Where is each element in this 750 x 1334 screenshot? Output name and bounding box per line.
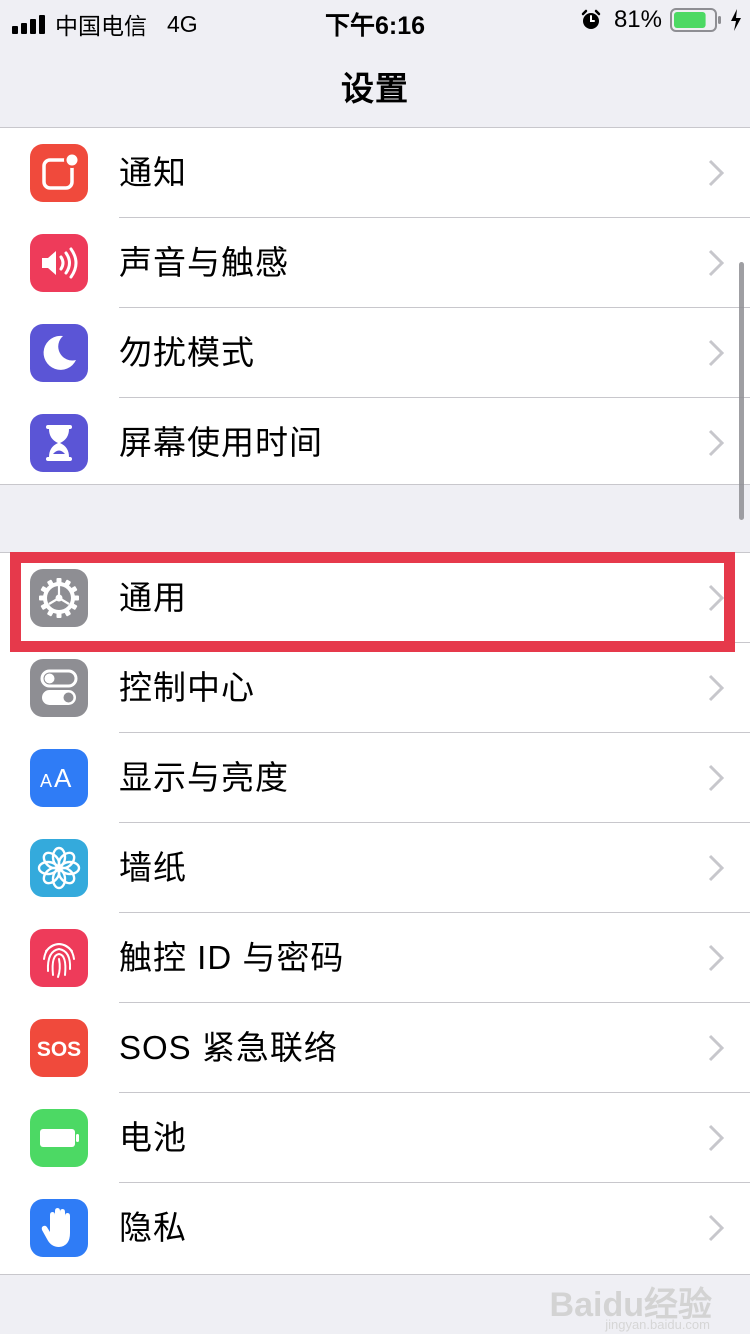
do-not-disturb-icon [30, 324, 88, 382]
svg-text:A: A [54, 763, 72, 793]
chevron-right-icon [708, 429, 724, 457]
notifications-icon [30, 144, 88, 202]
settings-row-label: 墙纸 [119, 849, 187, 886]
settings-row-label: 触控 ID 与密码 [119, 939, 345, 976]
svg-text:A: A [40, 771, 52, 791]
settings-row-sounds[interactable]: 声音与触感 [0, 218, 750, 308]
battery-percent: 81% [613, 6, 662, 33]
settings-row-label: 隐私 [119, 1209, 187, 1246]
settings-group-1: 通知 声音与触感 勿扰模式 屏幕使用时间 [0, 128, 750, 485]
settings-row-touch-id[interactable]: 触控 ID 与密码 [0, 913, 750, 1003]
settings-row-label: SOS 紧急联络 [119, 1029, 338, 1066]
baidu-watermark-url: jingyan.baidu.com [605, 1317, 710, 1332]
chevron-right-icon [708, 1214, 724, 1242]
settings-row-battery[interactable]: 电池 [0, 1093, 750, 1183]
chevron-right-icon [708, 1034, 724, 1062]
scroll-indicator[interactable] [739, 262, 744, 520]
screen-time-icon [30, 414, 88, 472]
navigation-bar: 设置 [0, 40, 750, 128]
wallpaper-icon [30, 839, 88, 897]
alarm-icon [581, 9, 601, 29]
settings-row-privacy[interactable]: 隐私 [0, 1183, 750, 1273]
settings-row-display-brightness[interactable]: A A 显示与亮度 [0, 733, 750, 823]
touch-id-icon [30, 929, 88, 987]
settings-row-wallpaper[interactable]: 墙纸 [0, 823, 750, 913]
privacy-hand-icon [30, 1199, 88, 1257]
chevron-right-icon [708, 339, 724, 367]
chevron-right-icon [708, 159, 724, 187]
chevron-right-icon [708, 854, 724, 882]
charging-icon [731, 9, 741, 31]
annotation-highlight-box [10, 552, 735, 652]
chevron-right-icon [708, 944, 724, 972]
settings-row-label: 显示与亮度 [119, 759, 289, 796]
battery-settings-icon [30, 1109, 88, 1167]
settings-row-label: 通知 [119, 154, 187, 191]
settings-row-label: 勿扰模式 [119, 334, 255, 371]
control-center-icon [30, 659, 88, 717]
settings-row-screen-time[interactable]: 屏幕使用时间 [0, 398, 750, 488]
settings-group-2: 通用 控制中心 A A 显示与亮度 墙纸 触控 ID 与密码 SOS SOS 紧… [0, 552, 750, 1275]
battery-icon [670, 8, 721, 32]
settings-row-label: 屏幕使用时间 [119, 424, 323, 461]
status-bar: 中国电信 4G 下午6:16 81% [0, 0, 750, 40]
settings-row-notifications[interactable]: 通知 [0, 128, 750, 218]
chevron-right-icon [708, 1124, 724, 1152]
chevron-right-icon [708, 674, 724, 702]
settings-row-control-center[interactable]: 控制中心 [0, 643, 750, 733]
page-title: 设置 [341, 70, 409, 107]
settings-row-label: 声音与触感 [119, 244, 289, 281]
settings-row-emergency-sos[interactable]: SOS SOS 紧急联络 [0, 1003, 750, 1093]
settings-row-label: 电池 [119, 1119, 187, 1156]
chevron-right-icon [708, 764, 724, 792]
settings-row-label: 控制中心 [119, 669, 255, 706]
chevron-right-icon [708, 249, 724, 277]
sos-icon: SOS [30, 1019, 88, 1077]
display-brightness-icon: A A [30, 749, 88, 807]
sounds-icon [30, 234, 88, 292]
svg-text:SOS: SOS [37, 1038, 81, 1061]
settings-row-do-not-disturb[interactable]: 勿扰模式 [0, 308, 750, 398]
